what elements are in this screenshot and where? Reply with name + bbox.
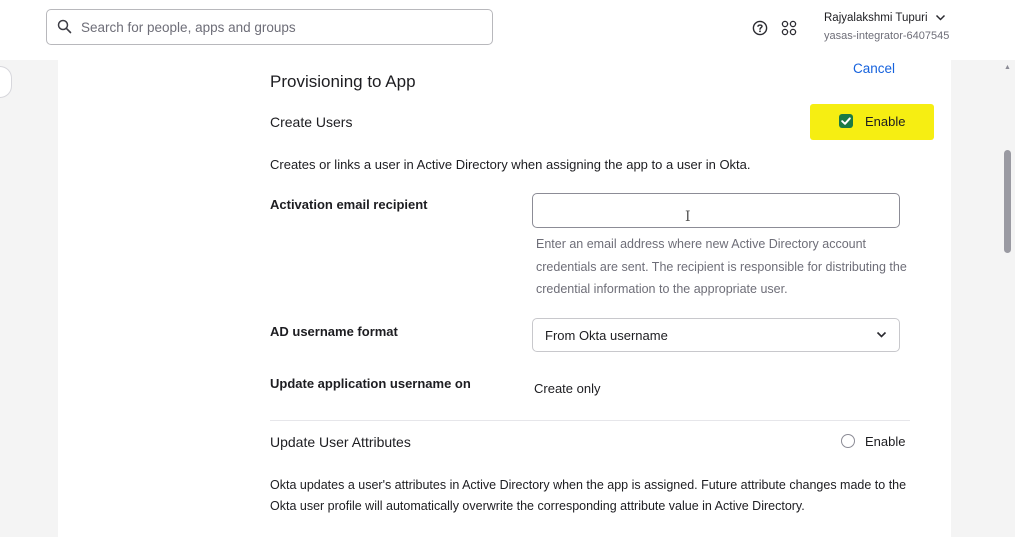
create-users-enable-label[interactable]: Enable <box>865 114 905 129</box>
collapse-tab[interactable] <box>0 66 12 98</box>
search-input[interactable] <box>81 17 481 37</box>
scroll-up-arrow-icon[interactable]: ▲ <box>1004 64 1011 71</box>
update-attributes-description: Okta updates a user's attributes in Acti… <box>270 478 907 513</box>
scrollbar[interactable] <box>1001 60 1015 537</box>
search-icon <box>57 19 72 34</box>
search-box[interactable] <box>46 9 493 45</box>
ad-username-format-select[interactable]: From Okta username <box>532 318 900 352</box>
update-attributes-enable-checkbox[interactable] <box>841 434 855 448</box>
activation-email-input[interactable] <box>532 193 900 228</box>
activation-email-label: Activation email recipient <box>270 197 428 212</box>
update-username-label: Update application username on <box>270 376 471 391</box>
text-cursor-icon: I <box>685 209 691 225</box>
create-users-enable-checkbox[interactable] <box>839 114 853 128</box>
scrollbar-thumb[interactable] <box>1004 150 1011 253</box>
help-icon[interactable] <box>752 20 768 36</box>
cancel-link[interactable]: Cancel <box>853 61 895 76</box>
update-attributes-enable-label[interactable]: Enable <box>865 434 905 449</box>
create-users-description: Creates or links a user in Active Direct… <box>270 157 751 172</box>
left-column <box>58 60 246 537</box>
update-username-value: Create only <box>534 381 601 396</box>
chevron-down-icon[interactable] <box>935 14 946 22</box>
section-divider <box>270 420 910 421</box>
page-title: Provisioning to App <box>270 72 416 91</box>
create-users-heading: Create Users <box>270 114 353 130</box>
org-name: yasas-integrator-6407545 <box>824 30 950 42</box>
activation-email-help: Enter an email address where new Active … <box>536 237 907 296</box>
top-bar: Rajyalakshmi Tupuri yasas-integrator-640… <box>0 0 1015 60</box>
ad-username-format-label: AD username format <box>270 324 398 339</box>
update-attributes-heading: Update User Attributes <box>270 434 411 450</box>
ad-username-format-value: From Okta username <box>545 328 668 343</box>
user-name[interactable]: Rajyalakshmi Tupuri <box>824 12 928 24</box>
chevron-down-icon <box>876 331 887 338</box>
checkmark-icon <box>841 117 851 125</box>
apps-grid-icon[interactable] <box>781 20 797 36</box>
